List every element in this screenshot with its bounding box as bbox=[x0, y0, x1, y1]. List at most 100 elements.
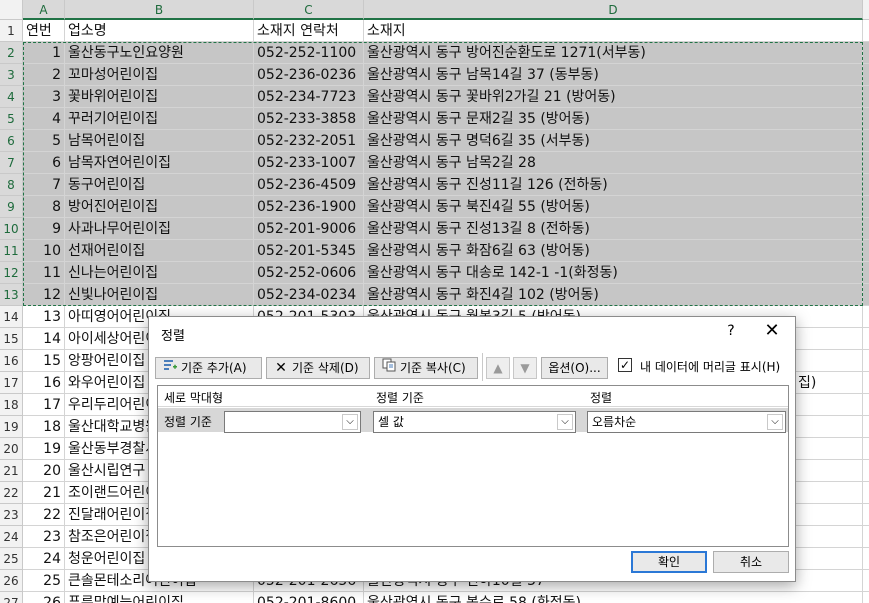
table-cell[interactable] bbox=[863, 174, 869, 196]
cell-name[interactable]: 신빛나어린이집 bbox=[65, 284, 254, 306]
cell-phone[interactable]: 052-236-0236 bbox=[254, 64, 364, 86]
cell-number[interactable]: 12 bbox=[23, 284, 65, 306]
table-cell[interactable] bbox=[863, 130, 869, 152]
row-header[interactable]: 19 bbox=[0, 416, 23, 438]
table-cell[interactable] bbox=[863, 240, 869, 262]
cell-name[interactable]: 남목어린이집 bbox=[65, 130, 254, 152]
row-header[interactable]: 10 bbox=[0, 218, 23, 240]
table-cell[interactable] bbox=[863, 86, 869, 108]
cell-number[interactable]: 3 bbox=[23, 86, 65, 108]
cell-number[interactable]: 20 bbox=[23, 460, 65, 482]
row-header[interactable]: 3 bbox=[0, 64, 23, 86]
cell-address[interactable]: 울산광역시 동구 진성13길 8 (전하동) bbox=[364, 218, 863, 240]
cell-number[interactable]: 26 bbox=[23, 592, 65, 603]
cell-address[interactable]: 울산광역시 동구 진성11길 126 (전하동) bbox=[364, 174, 863, 196]
cell-address[interactable]: 울산광역시 동구 남목2길 28 bbox=[364, 152, 863, 174]
column-header-c[interactable]: C bbox=[254, 0, 364, 20]
cell-name[interactable]: 꾸러기어린이집 bbox=[65, 108, 254, 130]
row-header[interactable]: 20 bbox=[0, 438, 23, 460]
cell-name[interactable]: 꽃바위어린이집 bbox=[65, 86, 254, 108]
cell-address[interactable]: 울산광역시 동구 북진4길 55 (방어동) bbox=[364, 196, 863, 218]
row-header[interactable]: 12 bbox=[0, 262, 23, 284]
close-icon[interactable]: ✕ bbox=[761, 320, 783, 342]
cell-number[interactable]: 24 bbox=[23, 548, 65, 570]
cell-address[interactable]: 울산광역시 동구 봉수로 58 (화정동) bbox=[364, 592, 863, 603]
cell-phone[interactable]: 052-236-1900 bbox=[254, 196, 364, 218]
options-button[interactable]: 옵션(O)... bbox=[541, 357, 608, 379]
table-cell[interactable] bbox=[863, 416, 869, 438]
table-cell[interactable] bbox=[863, 108, 869, 130]
select-all-corner[interactable] bbox=[0, 0, 23, 20]
cell-address[interactable]: 울산광역시 동구 남목14길 37 (동부동) bbox=[364, 64, 863, 86]
table-cell[interactable] bbox=[863, 350, 869, 372]
order-select[interactable]: 오름차순 ⌵ bbox=[587, 411, 786, 433]
column-header-d[interactable]: D bbox=[364, 0, 863, 20]
row-header[interactable]: 7 bbox=[0, 152, 23, 174]
ok-button[interactable]: 확인 bbox=[631, 551, 707, 573]
cell-phone[interactable]: 052-201-5345 bbox=[254, 240, 364, 262]
header-cell-phone[interactable]: 소재지 연락처 bbox=[254, 20, 364, 42]
cell-name[interactable]: 남목자연어린이집 bbox=[65, 152, 254, 174]
sort-on-select[interactable]: 셀 값 ⌵ bbox=[373, 411, 576, 433]
move-down-button[interactable]: ▼ bbox=[513, 357, 537, 379]
cell-number[interactable]: 15 bbox=[23, 350, 65, 372]
table-cell[interactable] bbox=[863, 152, 869, 174]
cell-number[interactable]: 9 bbox=[23, 218, 65, 240]
cell-number[interactable]: 2 bbox=[23, 64, 65, 86]
table-cell[interactable] bbox=[863, 284, 869, 306]
row-header[interactable]: 17 bbox=[0, 372, 23, 394]
cell-number[interactable]: 1 bbox=[23, 42, 65, 64]
table-cell[interactable] bbox=[863, 64, 869, 86]
cell-address[interactable]: 울산광역시 동구 방어진순환도로 1271(서부동) bbox=[364, 42, 863, 64]
copy-level-button[interactable]: 기준 복사(C) bbox=[374, 357, 478, 379]
row-header[interactable]: 8 bbox=[0, 174, 23, 196]
cell-number[interactable]: 13 bbox=[23, 306, 65, 328]
cell-phone[interactable]: 052-252-1100 bbox=[254, 42, 364, 64]
cell-address[interactable]: 울산광역시 동구 화잠6길 63 (방어동) bbox=[364, 240, 863, 262]
cell-name[interactable]: 동구어린이집 bbox=[65, 174, 254, 196]
cell-number[interactable]: 7 bbox=[23, 174, 65, 196]
row-header[interactable]: 27 bbox=[0, 592, 23, 603]
row-header[interactable]: 4 bbox=[0, 86, 23, 108]
row-header[interactable]: 23 bbox=[0, 504, 23, 526]
row-header[interactable]: 14 bbox=[0, 306, 23, 328]
table-cell[interactable] bbox=[863, 570, 869, 592]
header-cell-name[interactable]: 업소명 bbox=[65, 20, 254, 42]
table-cell[interactable] bbox=[863, 196, 869, 218]
table-cell[interactable] bbox=[863, 262, 869, 284]
table-cell[interactable] bbox=[863, 504, 869, 526]
cell-number[interactable]: 16 bbox=[23, 372, 65, 394]
cell-number[interactable]: 19 bbox=[23, 438, 65, 460]
cell-number[interactable]: 25 bbox=[23, 570, 65, 592]
row-header[interactable]: 21 bbox=[0, 460, 23, 482]
table-cell[interactable] bbox=[863, 328, 869, 350]
cell-number[interactable]: 8 bbox=[23, 196, 65, 218]
row-header[interactable]: 11 bbox=[0, 240, 23, 262]
table-cell[interactable] bbox=[863, 482, 869, 504]
column-header-e[interactable] bbox=[863, 0, 869, 20]
cell-name[interactable]: 푸른맘예능어린이집 bbox=[65, 592, 254, 603]
cell-address[interactable]: 울산광역시 동구 꽃바위2가길 21 (방어동) bbox=[364, 86, 863, 108]
cell-address[interactable]: 울산광역시 동구 명덕6길 35 (서부동) bbox=[364, 130, 863, 152]
column-header-b[interactable]: B bbox=[65, 0, 254, 20]
table-cell[interactable] bbox=[863, 218, 869, 240]
cell-phone[interactable]: 052-232-2051 bbox=[254, 130, 364, 152]
table-cell[interactable] bbox=[863, 526, 869, 548]
row-header[interactable]: 18 bbox=[0, 394, 23, 416]
cell-number[interactable]: 23 bbox=[23, 526, 65, 548]
cancel-button[interactable]: 취소 bbox=[713, 551, 789, 573]
row-header[interactable]: 15 bbox=[0, 328, 23, 350]
cell-number[interactable]: 10 bbox=[23, 240, 65, 262]
add-level-button[interactable]: 기준 추가(A) bbox=[155, 357, 262, 379]
cell-number[interactable]: 21 bbox=[23, 482, 65, 504]
cell-phone[interactable]: 052-201-8600 bbox=[254, 592, 364, 603]
column-header-a[interactable]: A bbox=[23, 0, 65, 20]
cell-phone[interactable]: 052-233-3858 bbox=[254, 108, 364, 130]
cell-name[interactable]: 울산동구노인요양원 bbox=[65, 42, 254, 64]
cell-number[interactable]: 6 bbox=[23, 152, 65, 174]
cell-name[interactable]: 꼬마성어린이집 bbox=[65, 64, 254, 86]
cell-phone[interactable]: 052-233-1007 bbox=[254, 152, 364, 174]
move-up-button[interactable]: ▲ bbox=[486, 357, 510, 379]
row-header[interactable]: 24 bbox=[0, 526, 23, 548]
cell-address[interactable]: 울산광역시 동구 화진4길 102 (방어동) bbox=[364, 284, 863, 306]
